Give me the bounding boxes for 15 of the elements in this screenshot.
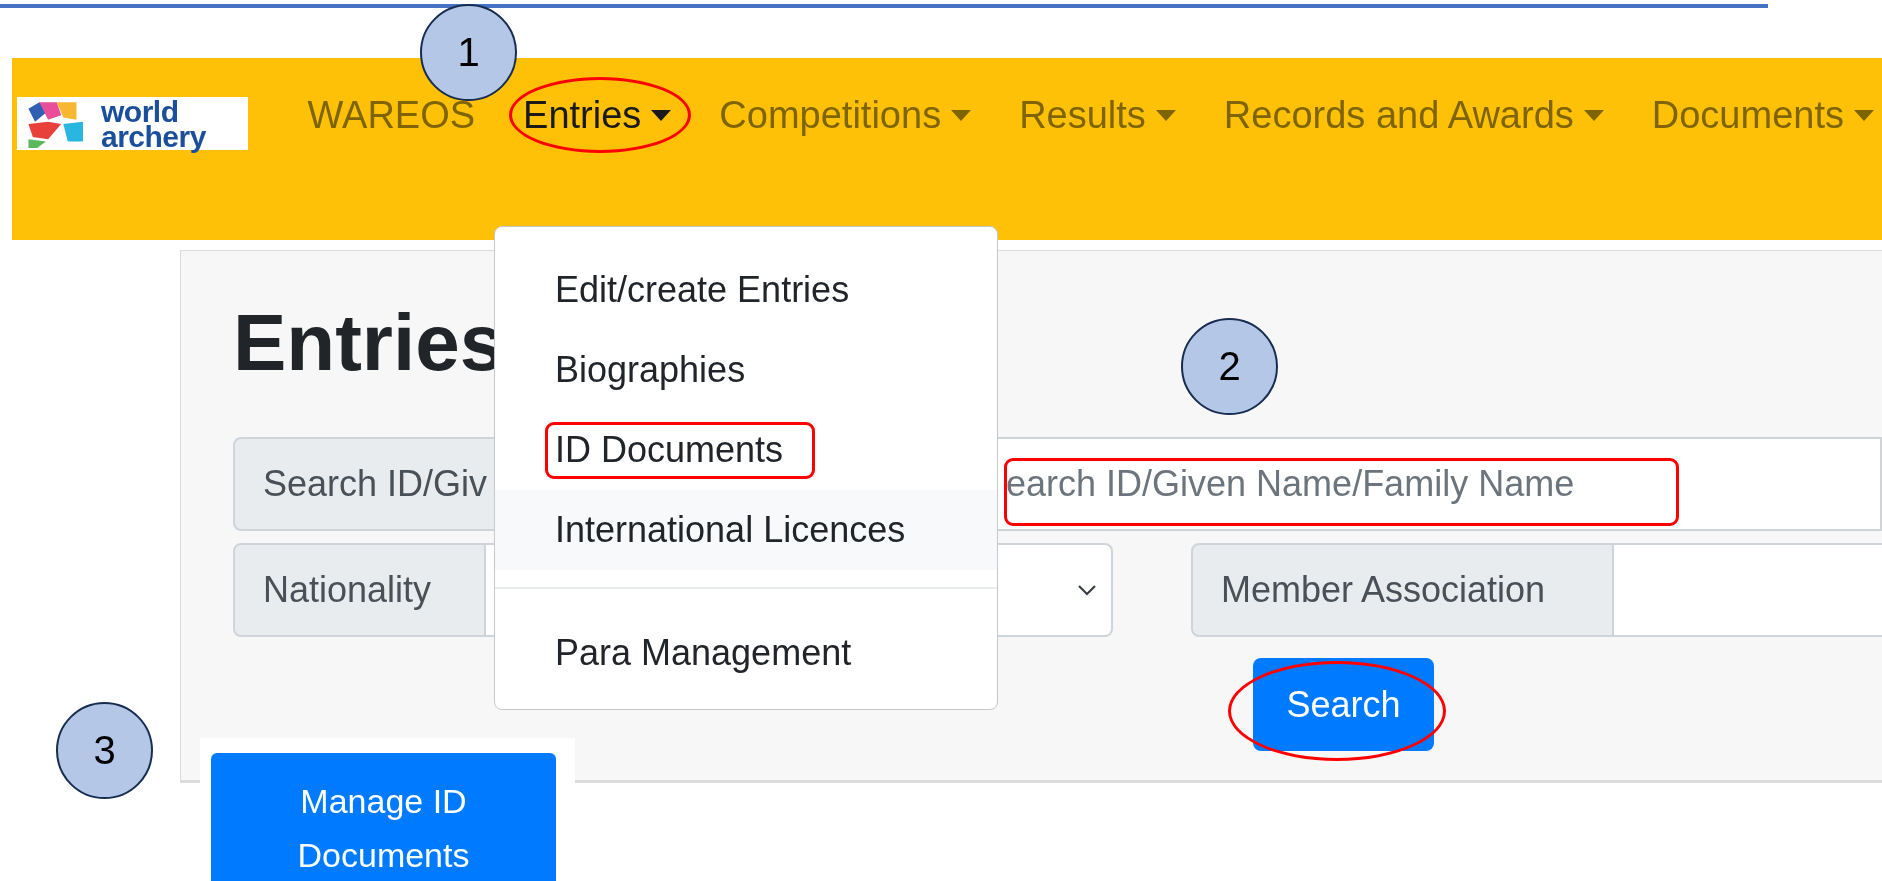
manage-id-documents-button[interactable]: Manage ID Documents xyxy=(211,753,556,881)
member-association-label: Member Association xyxy=(1191,543,1614,637)
nav-link[interactable]: Entries xyxy=(515,93,680,137)
menu-item[interactable]: International Licences xyxy=(495,490,997,570)
nationality-label: Nationality xyxy=(233,543,486,637)
menu-item[interactable]: Para Management xyxy=(495,613,997,693)
nav-link[interactable]: Documents xyxy=(1643,93,1882,137)
step-number-callout: 3 xyxy=(56,702,153,799)
chevron-down-icon xyxy=(1077,584,1097,596)
member-association-field[interactable] xyxy=(1614,543,1882,637)
nav-link[interactable]: Results xyxy=(1011,93,1184,137)
nav-link[interactable]: Records and Awards xyxy=(1215,93,1612,137)
search-button[interactable]: Search xyxy=(1253,658,1434,751)
logo-text: world xyxy=(101,98,179,124)
nav-link[interactable]: Competitions xyxy=(711,93,980,137)
